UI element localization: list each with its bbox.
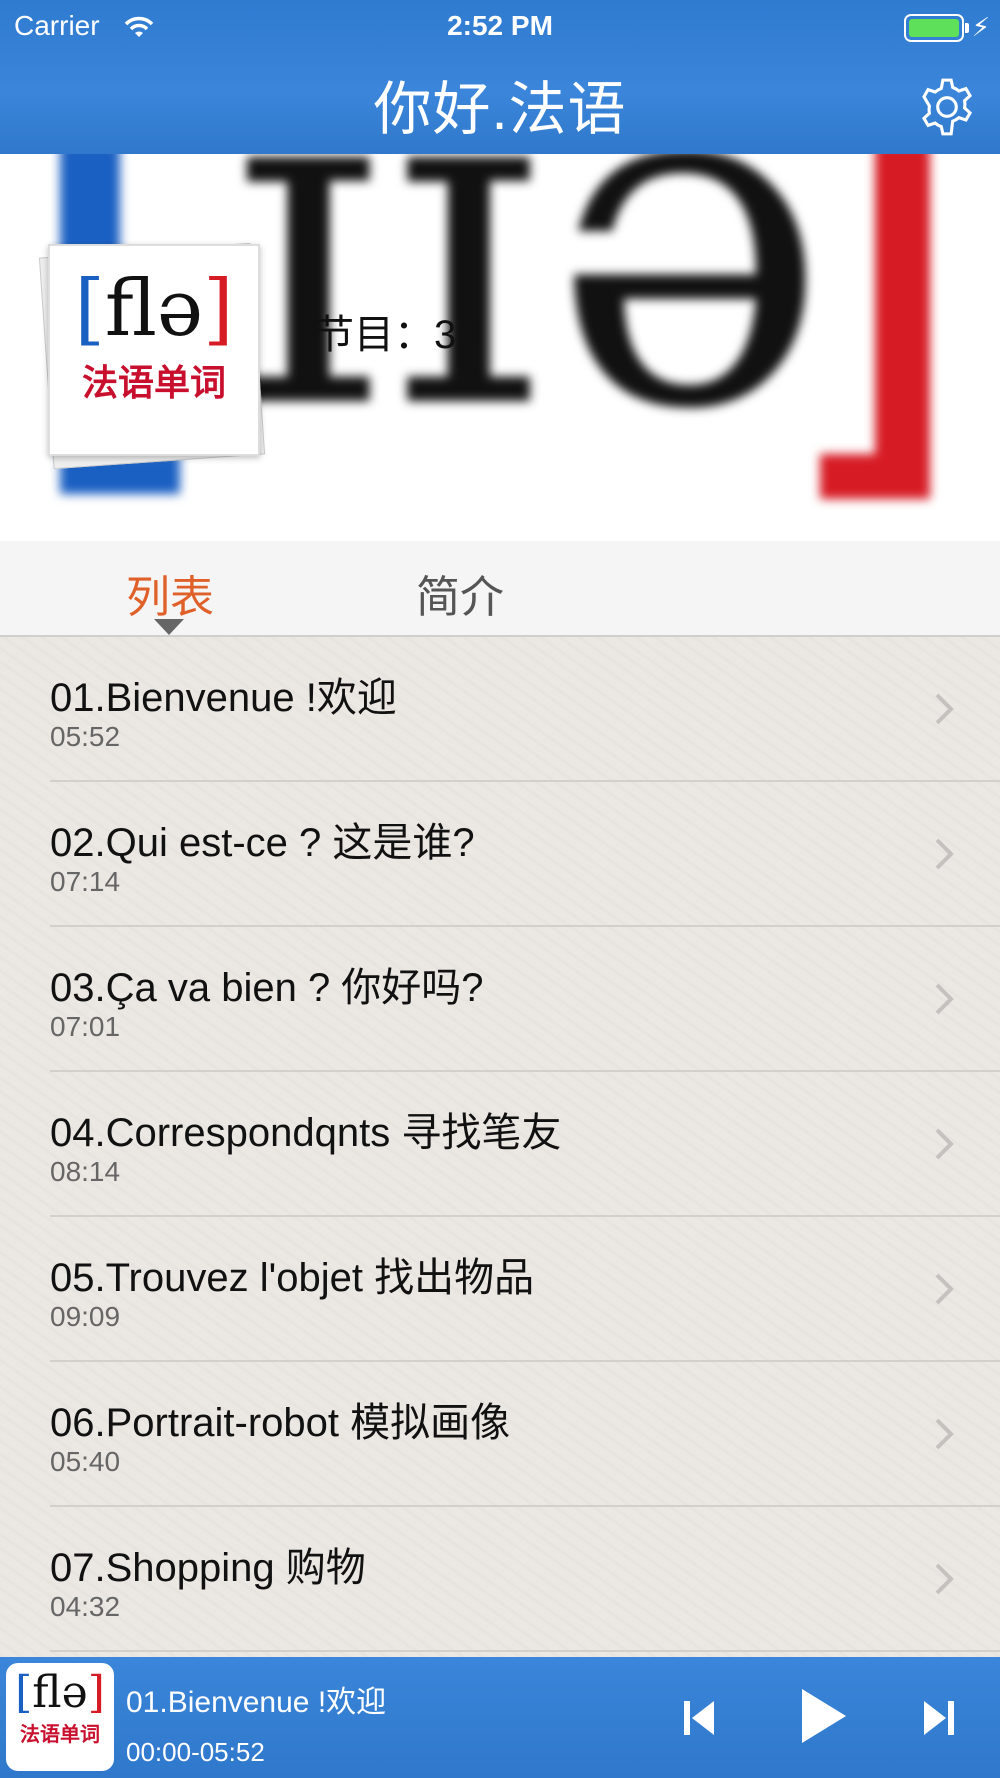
- now-playing-cover[interactable]: [flə] 法语单词: [6, 1663, 114, 1771]
- mini-player[interactable]: [flə] 法语单词 01.Bienvenue !欢迎 00:00-05:52: [0, 1657, 1000, 1778]
- chevron-right-icon: [935, 1563, 954, 1595]
- cover-subtitle: 法语单词: [81, 362, 226, 403]
- lesson-duration: 05:40: [50, 1446, 121, 1477]
- page-title: 你好.法语: [373, 77, 627, 142]
- program-cover: [flə] 法语单词: [38, 238, 266, 470]
- tab-intro[interactable]: 简介: [416, 561, 504, 625]
- program-banner: ɪɪə [flə] 法语单词 节目：36: [0, 154, 1000, 541]
- tab-list[interactable]: 列表: [126, 561, 214, 625]
- battery-icon: [904, 14, 969, 42]
- lesson-duration: 05:52: [50, 721, 121, 752]
- chevron-right-icon: [935, 838, 954, 870]
- list-item[interactable]: 03.Ça va bien ? 你好吗? 07:01: [0, 927, 1000, 1072]
- status-time: 2:52 PM: [447, 10, 553, 41]
- list-item[interactable]: 07.Shopping 购物 04:32: [0, 1507, 1000, 1652]
- charging-icon: ⚡: [971, 12, 990, 42]
- previous-track-icon[interactable]: [682, 1699, 716, 1737]
- lesson-list[interactable]: 01.Bienvenue !欢迎 05:52 02.Qui est-ce ? 这…: [0, 637, 1000, 1657]
- lesson-duration: 09:09: [50, 1301, 121, 1332]
- episode-count: 节目：36: [314, 313, 479, 357]
- lesson-duration: 04:32: [50, 1591, 121, 1622]
- play-icon[interactable]: [798, 1687, 848, 1745]
- chevron-right-icon: [935, 1128, 954, 1160]
- chevron-right-icon: [935, 983, 954, 1015]
- segment-tabs: 列表 简介: [0, 541, 1000, 637]
- cover-ipa: flə: [104, 264, 204, 354]
- lesson-title: 02.Qui est-ce ? 这是谁?: [50, 821, 475, 865]
- playback-time: 00:00-05:52: [126, 1737, 265, 1767]
- chevron-right-icon: [935, 1418, 954, 1450]
- lesson-duration: 07:01: [50, 1011, 121, 1042]
- lesson-title: 06.Portrait-robot 模拟画像: [50, 1401, 511, 1445]
- mini-cover-ipa: flə: [32, 1667, 88, 1718]
- lesson-title: 05.Trouvez l'objet 找出物品: [50, 1256, 535, 1300]
- list-item[interactable]: 06.Portrait-robot 模拟画像 05:40: [0, 1362, 1000, 1507]
- lesson-title: 04.Correspondqnts 寻找笔友: [50, 1111, 562, 1155]
- chevron-right-icon: [935, 693, 954, 725]
- gear-icon[interactable]: [916, 76, 978, 138]
- tab-indicator: [154, 619, 184, 635]
- lesson-duration: 08:14: [50, 1156, 121, 1187]
- lesson-title: 01.Bienvenue !欢迎: [50, 676, 397, 720]
- lesson-duration: 07:14: [50, 866, 121, 897]
- lesson-title: 07.Shopping 购物: [50, 1546, 366, 1590]
- chevron-right-icon: [935, 1273, 954, 1305]
- list-item[interactable]: 02.Qui est-ce ? 这是谁? 07:14: [0, 782, 1000, 927]
- now-playing-title: 01.Bienvenue !欢迎: [126, 1686, 387, 1719]
- navigation-bar: Carrier 2:52 PM ⚡ 你好.法语: [0, 0, 1000, 154]
- status-bar: Carrier 2:52 PM ⚡: [0, 6, 1000, 46]
- list-item[interactable]: 01.Bienvenue !欢迎 05:52: [0, 637, 1000, 782]
- list-item[interactable]: 05.Trouvez l'objet 找出物品 09:09: [0, 1217, 1000, 1362]
- list-item[interactable]: 04.Correspondqnts 寻找笔友 08:14: [0, 1072, 1000, 1217]
- mini-cover-subtitle: 法语单词: [20, 1724, 100, 1746]
- next-track-icon[interactable]: [922, 1699, 956, 1737]
- lesson-title: 03.Ça va bien ? 你好吗?: [50, 966, 484, 1010]
